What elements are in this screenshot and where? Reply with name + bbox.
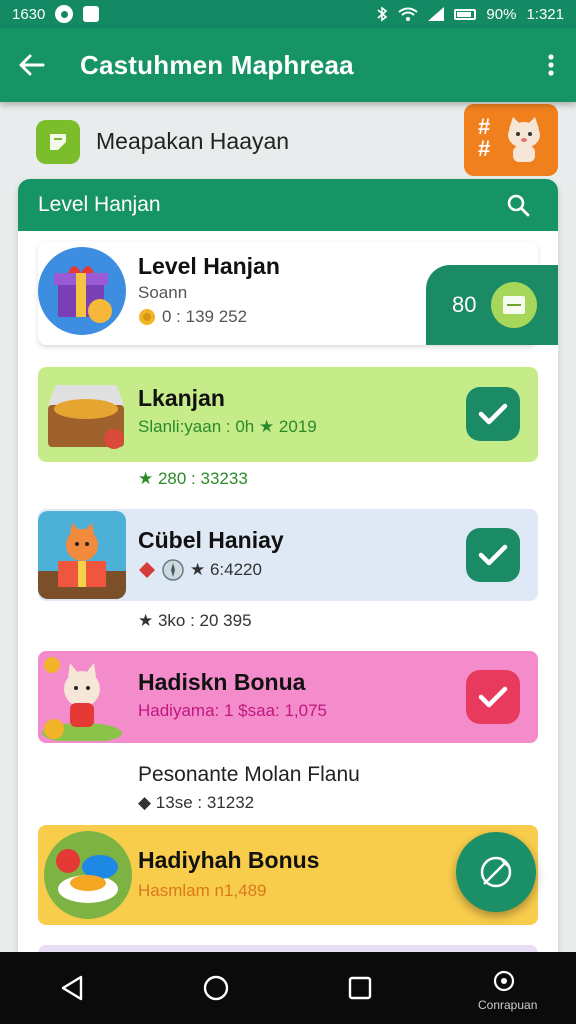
more-vert-icon	[548, 54, 554, 76]
score-badge[interactable]: 80	[426, 265, 558, 345]
coin-icon	[139, 309, 155, 325]
cat-gift-thumbnail	[38, 511, 126, 599]
status-time-left: 1630	[12, 5, 46, 23]
complete-checkbox[interactable]	[466, 387, 520, 441]
row-title: Cübel Haniay	[138, 527, 284, 553]
assistant-icon	[493, 970, 515, 992]
list-item[interactable]: Hadiskn Bonua Hadiyama: 1 $saa: 1,075	[38, 651, 538, 743]
nav-recents-button[interactable]	[330, 958, 390, 1018]
score-value: 80	[452, 292, 477, 317]
row-detail: Hasmlam n1,489	[138, 881, 267, 900]
status-bar: 1630 90% 1:321	[0, 0, 576, 28]
check-icon	[478, 686, 508, 708]
row-detail-text: ★ 6:4220	[190, 560, 262, 579]
list-item[interactable]: Level Hanjan Soann 0 : 139 252 80	[38, 241, 558, 345]
back-button[interactable]	[0, 28, 64, 102]
pen-icon	[480, 856, 512, 888]
row-title: Hadiyhah Bonus	[138, 847, 320, 873]
tag-icon	[36, 120, 80, 164]
promo-button[interactable]: # #	[464, 104, 558, 176]
nav-home-button[interactable]	[186, 958, 246, 1018]
list-item-title[interactable]: Pesonante Molan Flanu	[138, 763, 360, 787]
complete-checkbox[interactable]	[466, 528, 520, 582]
check-icon	[478, 403, 508, 425]
bluetooth-icon	[377, 6, 388, 22]
row-title: Hadiskn Bonua	[138, 669, 306, 695]
row-meta: ◆ 13se : 31232	[138, 793, 255, 812]
gift-box-thumbnail	[38, 247, 126, 335]
search-button[interactable]	[498, 185, 538, 225]
cat-bonus-thumbnail	[38, 653, 126, 741]
sub-header-title: Meapakan Haayan	[96, 128, 290, 154]
treasure-chest-thumbnail	[42, 369, 130, 457]
battery-percent: 90%	[486, 5, 517, 23]
row-detail-text: 0 : 139 252	[162, 307, 248, 326]
row-title: Level Hanjan	[138, 253, 280, 279]
list-item[interactable]: Cübel Haniay ★ 6:4220	[38, 509, 538, 601]
search-icon	[507, 194, 530, 217]
nav-label: Conrapuan	[478, 998, 538, 1012]
row-title: Lkanjan	[138, 385, 225, 411]
back-arrow-icon	[19, 54, 45, 76]
circle-home-icon	[203, 975, 229, 1001]
app-notification-icon	[83, 6, 100, 22]
panel-title: Level Hanjan	[38, 193, 161, 216]
panel-header: Level Hanjan	[18, 179, 558, 231]
row-detail: 0 : 139 252	[138, 307, 247, 327]
compass-icon	[162, 559, 184, 581]
cat-mascot-icon	[508, 117, 540, 162]
hash-icon: # #	[478, 114, 491, 161]
row-meta: ★ 3ko : 20 395	[138, 611, 252, 630]
navigation-bar: Conrapuan	[0, 952, 576, 1024]
sub-header: Meapakan Haayan # #	[0, 102, 576, 180]
row-subtitle: Soann	[138, 283, 188, 302]
complete-checkbox[interactable]	[466, 670, 520, 724]
row-detail: ★ 6:4220	[138, 559, 262, 581]
overflow-menu-button[interactable]	[526, 28, 576, 102]
signal-icon	[428, 7, 445, 21]
app-title: Castuhmen Maphreaa	[80, 49, 354, 80]
app-bar: Castuhmen Maphreaa	[0, 28, 576, 102]
notification-icon	[55, 5, 74, 23]
nav-back-button[interactable]	[42, 958, 102, 1018]
edit-fab[interactable]	[456, 832, 536, 912]
check-icon	[478, 544, 508, 566]
ticket-icon	[491, 282, 538, 328]
triangle-back-icon	[61, 975, 83, 1001]
square-recents-icon	[348, 976, 372, 1000]
list-item[interactable]: Lkanjan Slanli:yaan : 0h ★ 2019	[38, 367, 538, 462]
wifi-icon	[398, 7, 419, 21]
row-detail: Slanli:yaan : 0h ★ 2019	[138, 417, 317, 436]
row-detail: Hadiyama: 1 $saa: 1,075	[138, 701, 328, 720]
food-bowl-thumbnail	[44, 831, 132, 919]
battery-icon	[454, 8, 477, 20]
status-time-right: 1:321	[526, 5, 564, 23]
row-meta: ★ 280 : 33233	[138, 469, 248, 488]
red-badge-icon	[139, 562, 155, 578]
